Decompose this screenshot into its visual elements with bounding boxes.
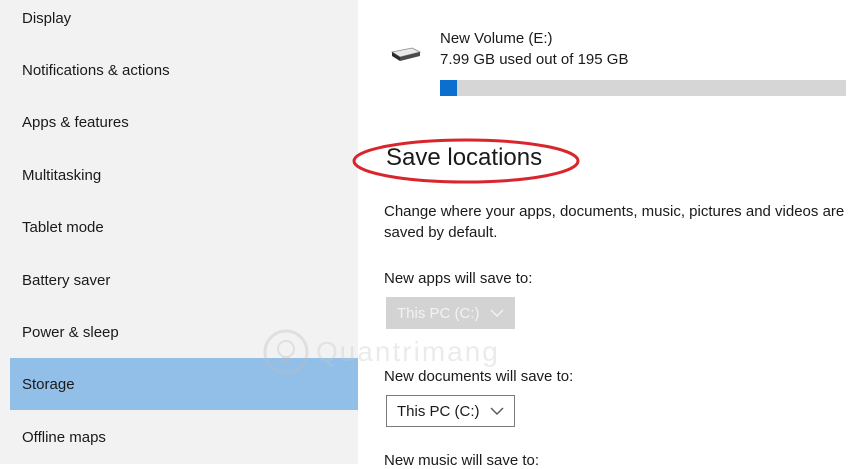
sidebar-item-display[interactable]: Display — [10, 0, 358, 43]
sidebar-item-label: Apps & features — [22, 113, 129, 131]
sidebar-item-label: Offline maps — [22, 428, 106, 446]
sidebar-item-label: Display — [22, 9, 72, 27]
drive-usage-bar — [440, 80, 846, 96]
sidebar-item-label: Battery saver — [22, 271, 111, 289]
sidebar-item-label: Storage — [22, 375, 75, 393]
drive-name[interactable]: New Volume (E:) — [440, 30, 553, 47]
new-documents-dropdown[interactable]: This PC (C:) — [386, 395, 515, 427]
sidebar-item-apps-features[interactable]: Apps & features — [10, 97, 358, 147]
sidebar-item-label: Multitasking — [22, 166, 102, 184]
section-title: Save locations — [386, 144, 543, 171]
chevron-down-icon — [490, 407, 503, 415]
new-documents-label: New documents will save to: — [384, 368, 574, 385]
chevron-down-icon — [490, 309, 503, 317]
drive-usage-fill — [440, 80, 457, 96]
drive-icon[interactable] — [388, 42, 422, 64]
sidebar-item-label: Notifications & actions — [22, 61, 170, 79]
sidebar-item-battery-saver[interactable]: Battery saver — [10, 255, 358, 305]
settings-sidebar: Display Notifications & actions Apps & f… — [0, 0, 358, 464]
sidebar-item-storage[interactable]: Storage — [10, 358, 358, 410]
dropdown-value: This PC (C:) — [397, 304, 480, 322]
new-apps-dropdown[interactable]: This PC (C:) — [386, 297, 515, 329]
sidebar-item-offline-maps[interactable]: Offline maps — [10, 412, 358, 462]
dropdown-value: This PC (C:) — [397, 402, 480, 420]
section-description: Change where your apps, documents, music… — [384, 203, 845, 241]
drive-usage: 7.99 GB used out of 195 GB — [440, 51, 629, 68]
sidebar-item-tablet-mode[interactable]: Tablet mode — [10, 202, 358, 252]
sidebar-item-label: Tablet mode — [22, 218, 104, 236]
new-music-label: New music will save to: — [384, 452, 540, 469]
sidebar-item-power-sleep[interactable]: Power & sleep — [10, 307, 358, 357]
sidebar-item-multitasking[interactable]: Multitasking — [10, 150, 358, 200]
new-apps-label: New apps will save to: — [384, 270, 533, 287]
sidebar-item-label: Power & sleep — [22, 323, 119, 341]
sidebar-item-notifications[interactable]: Notifications & actions — [10, 45, 358, 95]
